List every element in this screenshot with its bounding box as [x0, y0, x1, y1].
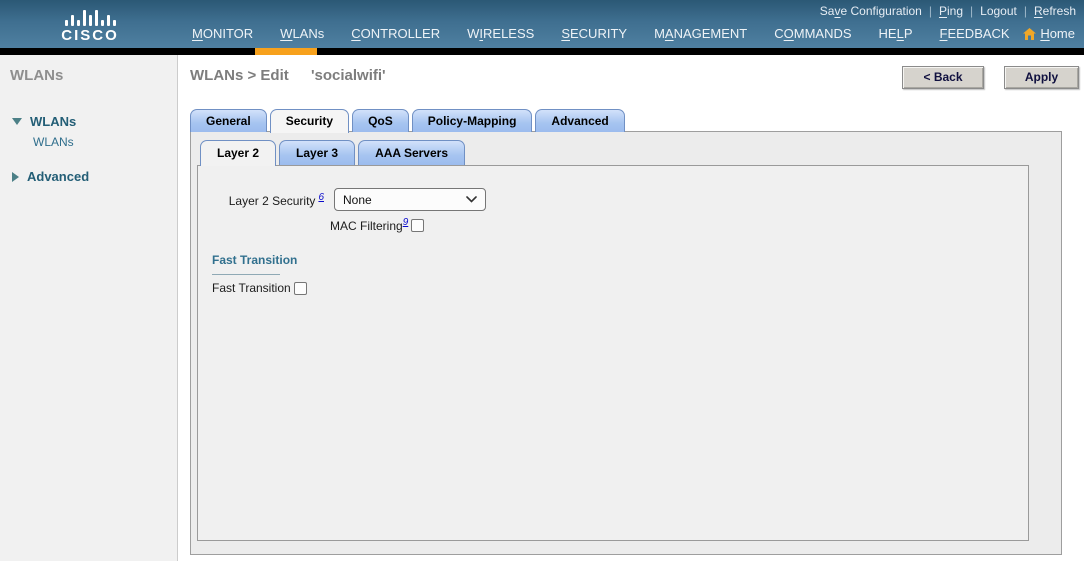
- nav-help[interactable]: HELP: [879, 26, 913, 41]
- layer2-security-label: Layer 2 Security6: [198, 192, 324, 208]
- security-subtabs: Layer 2 Layer 3 AAA Servers: [200, 140, 465, 166]
- nav-management[interactable]: MANAGEMENT: [654, 26, 747, 41]
- refresh-link[interactable]: Refresh: [1034, 4, 1076, 18]
- nav-security[interactable]: SECURITY: [561, 26, 627, 41]
- fast-transition-row: Fast Transition: [212, 281, 1028, 295]
- nav-commands[interactable]: COMMANDS: [774, 26, 851, 41]
- tab-general[interactable]: General: [190, 109, 267, 132]
- fast-transition-label: Fast Transition: [212, 281, 291, 295]
- edit-tabs: General Security QoS Policy-Mapping Adva…: [190, 109, 625, 133]
- sidebar-tree: WLANs WLANs Advanced: [0, 110, 177, 188]
- sidebar-title: WLANs: [10, 67, 177, 84]
- page-title: WLANs > Edit 'socialwifi': [190, 67, 386, 84]
- triangle-right-icon: [12, 172, 19, 182]
- sidebar-item-wlans[interactable]: WLANs: [0, 110, 177, 133]
- back-button[interactable]: < Back: [902, 66, 984, 89]
- sidebar-item-advanced[interactable]: Advanced: [0, 165, 177, 188]
- wlc-admin-page: CISCO Save Configuration | Ping | Logout…: [0, 0, 1084, 561]
- subtab-layer2[interactable]: Layer 2: [200, 140, 276, 166]
- nav-underline-strip: [0, 48, 1084, 55]
- tab-security[interactable]: Security: [270, 109, 349, 133]
- home-icon: [1023, 28, 1036, 40]
- chevron-down-icon: [466, 196, 477, 203]
- cisco-logo-icon: [50, 6, 130, 26]
- separator: |: [970, 4, 973, 18]
- logout-link[interactable]: Logout: [980, 4, 1017, 18]
- nav-feedback[interactable]: FEEDBACK: [940, 26, 1010, 41]
- layer2-panel: Layer 2 Security6 None MAC Filtering9 Fa…: [197, 165, 1029, 541]
- selected-option: None: [343, 193, 372, 207]
- utility-bar: Save Configuration | Ping | Logout | Ref…: [820, 4, 1076, 18]
- apply-button[interactable]: Apply: [1004, 66, 1079, 89]
- layer2-security-select[interactable]: None: [334, 188, 486, 211]
- footnote-link-9[interactable]: 9: [403, 217, 409, 228]
- main-content: WLANs > Edit 'socialwifi' < Back Apply G…: [178, 55, 1084, 561]
- nav-wireless[interactable]: WIRELESS: [467, 26, 534, 41]
- breadcrumb: WLANs > Edit: [190, 67, 289, 84]
- sidebar: WLANs WLANs WLANs Advanced: [0, 55, 178, 561]
- cisco-logo: CISCO: [50, 6, 130, 44]
- subtab-layer3[interactable]: Layer 3: [279, 140, 355, 165]
- fast-transition-section-title: Fast Transition: [212, 253, 1028, 267]
- footnote-link-6[interactable]: 6: [318, 192, 324, 203]
- main-nav: MONITOR WLANs CONTROLLER WIRELESS SECURI…: [192, 26, 1010, 41]
- nav-controller[interactable]: CONTROLLER: [351, 26, 440, 41]
- mac-filtering-label: MAC Filtering9: [330, 217, 408, 233]
- separator: |: [929, 4, 932, 18]
- sidebar-item-wlans-child[interactable]: WLANs: [0, 133, 177, 155]
- home-link[interactable]: Home: [1023, 26, 1075, 41]
- subtab-aaa-servers[interactable]: AAA Servers: [358, 140, 465, 165]
- wlan-name: 'socialwifi': [311, 67, 386, 84]
- mac-filtering-checkbox[interactable]: [411, 219, 424, 232]
- separator: |: [1024, 4, 1027, 18]
- nav-wlans[interactable]: WLANs: [280, 26, 324, 41]
- active-nav-indicator: [255, 48, 317, 55]
- tab-qos[interactable]: QoS: [352, 109, 409, 132]
- tab-advanced[interactable]: Advanced: [535, 109, 624, 132]
- ping-link[interactable]: Ping: [939, 4, 963, 18]
- security-tab-container: Layer 2 Layer 3 AAA Servers Layer 2 Secu…: [190, 131, 1062, 555]
- fast-transition-checkbox[interactable]: [294, 282, 307, 295]
- mac-filtering-row: MAC Filtering9: [330, 217, 1028, 233]
- section-divider: [212, 274, 280, 275]
- save-configuration-link[interactable]: Save Configuration: [820, 4, 922, 18]
- layer2-security-row: Layer 2 Security6 None: [198, 188, 1028, 211]
- cisco-logo-text: CISCO: [50, 27, 130, 44]
- top-banner: CISCO Save Configuration | Ping | Logout…: [0, 0, 1084, 48]
- triangle-down-icon: [12, 118, 22, 125]
- tab-policy-mapping[interactable]: Policy-Mapping: [412, 109, 533, 132]
- nav-monitor[interactable]: MONITOR: [192, 26, 253, 41]
